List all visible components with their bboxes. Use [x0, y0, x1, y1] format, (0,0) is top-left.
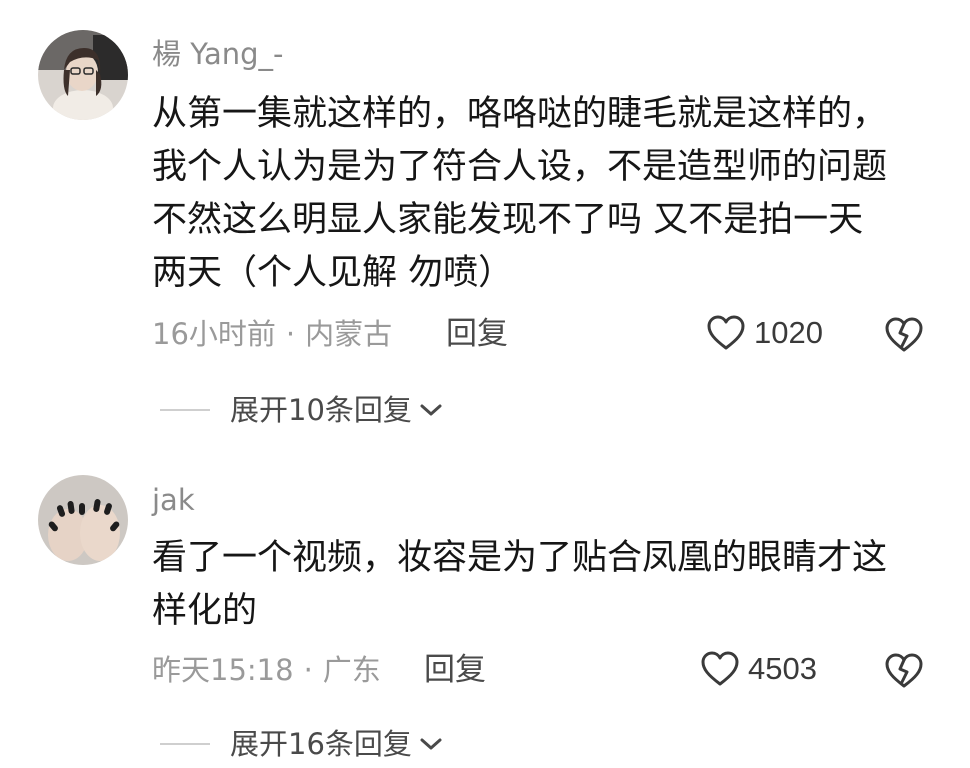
- broken-heart-icon: [885, 653, 923, 688]
- expand-replies-button[interactable]: 展开16条回复: [160, 726, 444, 762]
- like-button[interactable]: 4503: [700, 650, 817, 688]
- username[interactable]: 楊 Yang_-: [152, 36, 283, 72]
- comment-text-line: 看了一个视频，妆容是为了贴合凤凰的眼睛才这: [152, 538, 888, 578]
- username[interactable]: jak: [152, 482, 195, 518]
- like-count: 4503: [748, 651, 817, 686]
- meta-separator: ·: [285, 317, 296, 351]
- broken-heart-icon: [885, 317, 923, 352]
- location: 内蒙古: [305, 317, 393, 351]
- avatar-image: [38, 30, 128, 120]
- like-button[interactable]: 1020: [706, 314, 823, 352]
- avatar-image: [38, 475, 128, 565]
- comment-text: 从第一集就这样的，咯咯哒的睫毛就是这样的， 我个人认为是为了符合人设，不是造型师…: [152, 88, 942, 300]
- heart-outline-icon: [701, 651, 739, 686]
- expand-replies-label: 展开16条回复: [230, 727, 412, 761]
- comment-text-line: 从第一集就这样的，咯咯哒的睫毛就是这样的，: [152, 94, 888, 134]
- comment-text-line: 我个人认为是为了符合人设，不是造型师的问题: [152, 147, 888, 187]
- comment-meta: 16小时前 · 内蒙古: [152, 316, 392, 352]
- expand-divider: [160, 743, 210, 745]
- like-count: 1020: [754, 315, 823, 350]
- expand-divider: [160, 409, 210, 411]
- dislike-button[interactable]: [884, 316, 924, 354]
- meta-separator: ·: [303, 653, 313, 687]
- comment-text-line: 样化的: [152, 591, 258, 631]
- timestamp: 昨天15:18: [152, 653, 294, 687]
- dislike-button[interactable]: [884, 652, 924, 690]
- reply-button[interactable]: 回复: [446, 316, 508, 352]
- heart-outline-icon: [707, 315, 745, 350]
- location: 广东: [322, 653, 381, 687]
- comment-text: 看了一个视频，妆容是为了贴合凤凰的眼睛才这 样化的: [152, 532, 942, 638]
- chevron-down-icon: [420, 404, 442, 416]
- comment-text-line: 不然这么明显人家能发现不了吗 又不是拍一天: [152, 200, 864, 240]
- comment-meta: 昨天15:18 · 广东: [152, 652, 381, 688]
- expand-replies-button[interactable]: 展开10条回复: [160, 392, 444, 428]
- reply-button[interactable]: 回复: [424, 652, 486, 688]
- avatar[interactable]: [38, 30, 128, 120]
- chevron-down-icon: [420, 738, 442, 750]
- timestamp: 16小时前: [152, 317, 276, 351]
- avatar[interactable]: [38, 475, 128, 565]
- comment-text-line: 两天（个人见解 勿喷）: [152, 253, 514, 293]
- expand-replies-label: 展开10条回复: [230, 393, 412, 427]
